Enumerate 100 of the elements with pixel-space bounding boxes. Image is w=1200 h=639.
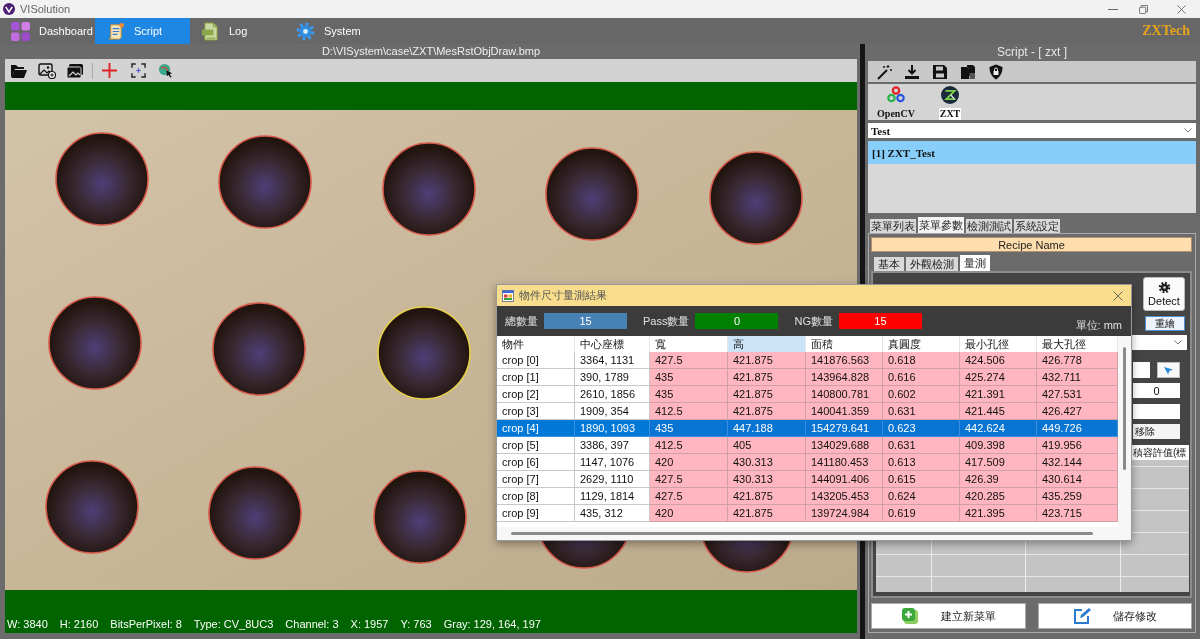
table-row[interactable]: crop [4] 1890, 1093 435 447.188 154279.641 0.623 442.624 449.726: [497, 420, 1118, 437]
input-field[interactable]: [1133, 404, 1180, 419]
app-logo-icon: [3, 3, 15, 15]
action-button[interactable]: 建立新菜單: [871, 603, 1026, 629]
close-icon[interactable]: [1113, 290, 1123, 301]
table-cell: 435.259: [1037, 488, 1118, 505]
plugin-label[interactable]: ZXT: [938, 108, 962, 120]
scroll-icon: [106, 21, 125, 41]
detect-button[interactable]: Detect: [1143, 277, 1185, 311]
count-value: 15: [544, 313, 627, 329]
images-icon[interactable]: [66, 62, 84, 79]
edit-icon: [1072, 607, 1091, 625]
panel-tab[interactable]: 菜單參數: [918, 217, 964, 233]
panel-tab[interactable]: 系統設定: [1014, 219, 1060, 233]
table-cell: 442.624: [960, 420, 1037, 437]
nav-tab[interactable]: System: [285, 18, 380, 44]
table-cell: crop [9]: [497, 505, 575, 522]
document-icon: [201, 21, 220, 41]
vertical-scrollbar[interactable]: [1118, 336, 1131, 527]
status-text: W: 3840: [7, 618, 48, 630]
panel-tab[interactable]: 菜單列表: [870, 219, 916, 233]
table-cell: 449.726: [1037, 420, 1118, 437]
folder-open-icon[interactable]: [10, 62, 28, 79]
table-cell: 0.619: [883, 505, 960, 522]
recipe-item[interactable]: [1] ZXT_Test: [868, 141, 1196, 164]
app-window-icon: [502, 289, 514, 302]
remove-button[interactable]: 移除: [1133, 424, 1180, 439]
action-button[interactable]: 儲存修改: [1037, 603, 1192, 629]
table-cell: 409.398: [960, 437, 1037, 454]
table-cell: 417.509: [960, 454, 1037, 471]
download-icon[interactable]: [904, 63, 920, 80]
count-label: Pass數量: [643, 313, 690, 329]
rings-logo-icon[interactable]: [887, 86, 905, 104]
table-cell: 144091.406: [806, 471, 883, 488]
sub-tab[interactable]: 基本: [874, 257, 904, 271]
table-cell: 420.285: [960, 488, 1037, 505]
window-title: VISolution: [20, 3, 71, 15]
table-cell: 421.875: [728, 488, 806, 505]
status-text: Y: 763: [400, 618, 432, 630]
chevron-down-icon: [1174, 340, 1182, 345]
save-icon[interactable]: [932, 63, 948, 80]
plus-icon[interactable]: [102, 63, 117, 78]
table-cell: 405: [728, 437, 806, 454]
chevron-down-icon: [1184, 128, 1192, 133]
input-field[interactable]: [1133, 362, 1150, 378]
table-row[interactable]: crop [1] 390, 1789 435 421.875 143964.828 0.616 425.274 432.711: [497, 369, 1118, 386]
status-text: Gray: 129, 164, 197: [443, 618, 541, 630]
table-cell: 0.631: [883, 437, 960, 454]
sub-tab[interactable]: 量測: [960, 255, 990, 271]
table-cell: 421.395: [960, 505, 1037, 522]
focus-frame-icon[interactable]: [131, 63, 146, 78]
count-value: 15: [838, 313, 922, 329]
table-row[interactable]: crop [3] 1909, 354 412.5 421.875 140041.359 0.631 421.445 426.427: [497, 403, 1118, 420]
horizontal-scrollbar[interactable]: [511, 532, 1093, 535]
pointer-button[interactable]: [1157, 362, 1180, 378]
nav-tab[interactable]: Script: [95, 18, 190, 44]
image-add-icon[interactable]: [38, 62, 56, 79]
close-icon[interactable]: [1177, 4, 1186, 14]
table-cell: 430.313: [728, 471, 806, 488]
file-path: D:\VISystem\case\ZXT\MesRstObjDraw.bmp: [321, 45, 541, 57]
table-cell: 427.5: [650, 352, 728, 369]
table-row[interactable]: crop [6] 1147, 1076 420 430.313 141180.453 0.613 417.509 432.144: [497, 454, 1118, 471]
plugin-label[interactable]: OpenCV: [876, 108, 916, 120]
table-row[interactable]: crop [9] 435, 312 420 421.875 139724.984 0.619 421.395 423.715: [497, 505, 1118, 522]
sub-tab[interactable]: 外觀檢測: [906, 257, 958, 271]
column-header[interactable]: 高: [728, 336, 806, 352]
table-cell: 143964.828: [806, 369, 883, 386]
redraw-button[interactable]: 重繪: [1145, 316, 1185, 331]
globe-cursor-icon[interactable]: [158, 63, 173, 78]
table-cell: 424.506: [960, 352, 1037, 369]
status-text: Channel: 3: [285, 618, 339, 630]
panel-tab[interactable]: 檢測測試: [966, 219, 1012, 233]
gear-icon: [296, 21, 315, 41]
table-cell: 139724.984: [806, 505, 883, 522]
table-cell: 421.875: [728, 403, 806, 420]
status-text: BitsPerPixel: 8: [110, 618, 182, 630]
table-row[interactable]: crop [0] 3364, 1131 427.5 421.875 141876.563 0.618 424.506 426.778: [497, 352, 1118, 369]
table-cell: 421.445: [960, 403, 1037, 420]
documents-icon[interactable]: [960, 63, 976, 80]
minimize-icon[interactable]: [1108, 8, 1118, 10]
magic-wand-icon[interactable]: [876, 63, 892, 80]
table-cell: 421.875: [728, 352, 806, 369]
table-row[interactable]: crop [7] 2629, 1110 427.5 430.313 144091.406 0.615 426.39 430.614: [497, 471, 1118, 488]
letter-logo-icon[interactable]: [941, 86, 959, 104]
restore-icon[interactable]: [1139, 4, 1148, 14]
panel-title: Script - [ zxt ]: [997, 45, 1067, 59]
dashboard-grid-icon: [11, 21, 30, 41]
number-field[interactable]: 0: [1133, 383, 1180, 398]
nav-tab[interactable]: Dashboard: [0, 18, 95, 44]
recipe-dropdown[interactable]: Test: [868, 123, 1196, 138]
table-cell: 154279.641: [806, 420, 883, 437]
shield-lock-icon[interactable]: [988, 63, 1004, 80]
table-row[interactable]: crop [2] 2610, 1856 435 421.875 140800.781 0.602 421.391 427.531: [497, 386, 1118, 403]
table-cell: 420: [650, 505, 728, 522]
count-label: 總數量: [505, 313, 538, 329]
table-row[interactable]: crop [8] 1129, 1814 427.5 421.875 143205.453 0.624 420.285 435.259: [497, 488, 1118, 505]
brand-name: ZXTech: [1142, 23, 1190, 39]
table-row[interactable]: crop [5] 3386, 397 412.5 405 134029.688 0.631 409.398 419.956: [497, 437, 1118, 454]
table-cell: 430.313: [728, 454, 806, 471]
nav-tab[interactable]: Log: [190, 18, 285, 44]
